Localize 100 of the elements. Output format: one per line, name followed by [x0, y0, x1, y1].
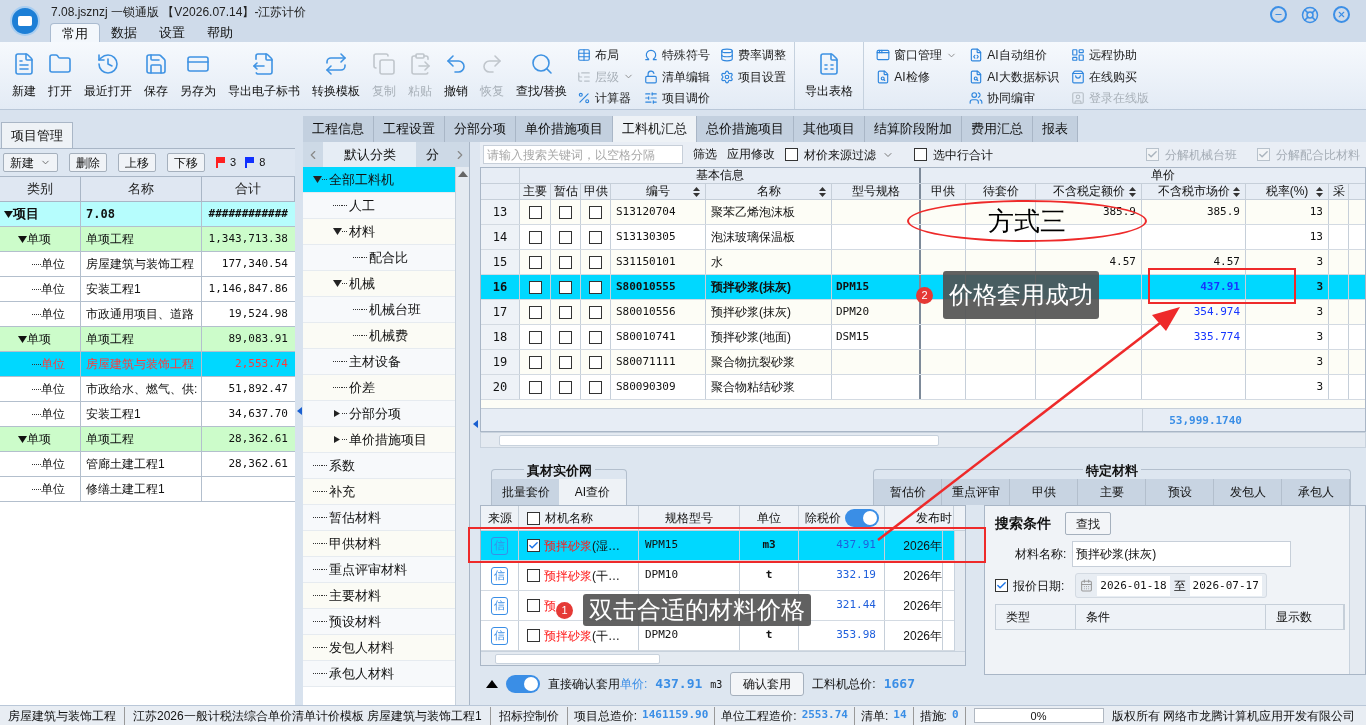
- toolbar-button[interactable]: 新建: [3, 153, 58, 172]
- column-header[interactable]: 名称: [81, 177, 202, 201]
- checkbox[interactable]: [527, 629, 540, 642]
- column-header[interactable]: 类别: [0, 177, 81, 201]
- column-header[interactable]: 不含税市场价: [1142, 184, 1246, 199]
- view-tab[interactable]: 工程信息: [303, 116, 374, 142]
- view-tab[interactable]: 总价措施项目: [697, 116, 794, 142]
- checkbox[interactable]: [559, 330, 572, 344]
- column-header[interactable]: 税率(%): [1246, 184, 1329, 199]
- toolbar-button[interactable]: 导出表格: [795, 42, 865, 109]
- table-row[interactable]: 信 预拌砂浆(湿… WPM15 m3 437.91 2026年: [481, 531, 954, 561]
- checkbox[interactable]: [528, 355, 542, 369]
- app-logo-icon[interactable]: [10, 6, 40, 36]
- tree-row[interactable]: 单位 市政通用项目、道路 19,524.98: [0, 302, 295, 327]
- scrollbar[interactable]: [481, 651, 965, 665]
- sort-icon[interactable]: [1129, 187, 1136, 197]
- column-header[interactable]: 发布时: [885, 506, 954, 530]
- checkbox[interactable]: [559, 305, 572, 319]
- table-row[interactable]: 18 S80010741 预拌砂浆(地面) DSM15 335.774 3: [481, 325, 1365, 350]
- panel-tab[interactable]: AI查价: [559, 479, 626, 505]
- checkbox[interactable]: [528, 380, 542, 394]
- checkbox[interactable]: [559, 255, 572, 269]
- column-header[interactable]: 甲供: [581, 184, 611, 199]
- checkbox[interactable]: [589, 255, 602, 269]
- category-tab[interactable]: 分: [416, 142, 444, 167]
- tree-row[interactable]: 项目 7.08 ############: [0, 202, 295, 227]
- tree-item[interactable]: 配合比: [303, 245, 455, 271]
- checkbox[interactable]: [559, 355, 572, 369]
- toolbar-button[interactable]: 新建: [6, 42, 42, 109]
- toolbar-button[interactable]: 另存为: [174, 42, 222, 109]
- tree-item[interactable]: 重点评审材料: [303, 557, 455, 583]
- search-button[interactable]: 查找: [1065, 512, 1111, 535]
- toolbar-button[interactable]: 查找/替换: [510, 42, 574, 109]
- view-tab[interactable]: 工料机汇总: [613, 116, 697, 142]
- menu-tab[interactable]: 帮助: [196, 23, 244, 42]
- toggle-switch[interactable]: [506, 675, 540, 693]
- checkbox[interactable]: [528, 330, 542, 344]
- column-header[interactable]: 编号: [611, 184, 706, 199]
- panel-tab[interactable]: 项目管理: [1, 122, 73, 148]
- panel-tab[interactable]: 批量套价: [492, 479, 559, 505]
- checkbox[interactable]: [785, 148, 798, 161]
- toolbar-button[interactable]: 删除: [69, 153, 107, 172]
- tree-item[interactable]: 主要材料: [303, 583, 455, 609]
- table-row[interactable]: 信 预拌砂浆(干… DPM20 t 353.98 2026年: [481, 621, 954, 651]
- table-row[interactable]: 19 S80071111 聚合物抗裂砂浆 3: [481, 350, 1365, 375]
- table-row[interactable]: 信 预拌砂浆(干… DPM10 t 332.19 2026年: [481, 561, 954, 591]
- tree-row[interactable]: 单项 单项工程 28,362.61: [0, 427, 295, 452]
- tree-item[interactable]: 系数: [303, 453, 455, 479]
- toolbar-button[interactable]: 转换模板: [306, 42, 366, 109]
- tree-item[interactable]: 机械费: [303, 323, 455, 349]
- toolbar-button[interactable]: 远程协助: [1070, 44, 1149, 66]
- column-header[interactable]: 合计: [202, 177, 295, 201]
- column-header[interactable]: 显示数: [1266, 605, 1344, 629]
- column-header[interactable]: 单位: [740, 506, 799, 530]
- expand-arrow-icon[interactable]: [333, 228, 342, 235]
- toolbar-button[interactable]: 特殊符号: [644, 44, 711, 66]
- table-row[interactable]: 15 S31150101 水 4.57 4.57 3: [481, 250, 1365, 275]
- expand-arrow-icon[interactable]: [18, 335, 27, 343]
- table-row[interactable]: 20 S80090309 聚合物粘结砂浆 3: [481, 375, 1365, 400]
- view-tab[interactable]: 分部分项: [445, 116, 516, 142]
- toolbar-button[interactable]: 在线购买: [1070, 65, 1149, 88]
- tree-item[interactable]: 价差: [303, 375, 455, 401]
- toolbar-button[interactable]: AI大数据标识: [969, 65, 1059, 88]
- toolbar-button[interactable]: 项目调价: [644, 87, 711, 109]
- tree-row[interactable]: 单项 单项工程 89,083.91: [0, 327, 295, 352]
- toolbar-button[interactable]: 打开: [42, 42, 78, 109]
- checkbox[interactable]: [589, 305, 602, 319]
- expand-arrow-icon[interactable]: [333, 436, 342, 443]
- toolbar-button[interactable]: 计算器: [577, 87, 635, 109]
- view-tab[interactable]: 其他项目: [794, 116, 865, 142]
- checkbox-option[interactable]: 材价来源过滤: [785, 145, 894, 164]
- tree-item[interactable]: 材料: [303, 219, 455, 245]
- toolbar-button[interactable]: 最近打开: [78, 42, 138, 109]
- tree-item[interactable]: 预设材料: [303, 609, 455, 635]
- checkbox[interactable]: [559, 380, 572, 394]
- sort-icon[interactable]: [819, 187, 826, 197]
- checkbox[interactable]: [559, 205, 572, 219]
- source-badge[interactable]: 信: [491, 626, 508, 645]
- tree-item[interactable]: 全部工料机: [303, 167, 455, 193]
- toolbar-button[interactable]: 布局: [577, 44, 635, 66]
- material-name-field[interactable]: 预拌砂浆(抹灰): [1072, 541, 1292, 567]
- toolbar-button[interactable]: 项目设置: [720, 66, 787, 88]
- search-field[interactable]: 请输入搜索关键词，以空格分隔: [483, 145, 683, 164]
- toolbar-button[interactable]: 下移: [167, 153, 205, 172]
- sort-icon[interactable]: [693, 187, 700, 197]
- tree-item[interactable]: 机械: [303, 271, 455, 297]
- view-tab[interactable]: 费用汇总: [962, 116, 1033, 142]
- tree-row[interactable]: 单位 安装工程1 34,637.70: [0, 402, 295, 427]
- tree-item[interactable]: 分部分项: [303, 401, 455, 427]
- column-header[interactable]: 来源: [481, 506, 519, 530]
- scrollbar[interactable]: [455, 167, 469, 705]
- tree-item[interactable]: 承包人材料: [303, 661, 455, 687]
- expand-arrow-icon[interactable]: [313, 176, 322, 183]
- column-header[interactable]: 主要: [520, 184, 551, 199]
- toolbar-button[interactable]: 撤销: [438, 42, 474, 109]
- checkbox[interactable]: [527, 539, 540, 552]
- tree-item[interactable]: 暂估材料: [303, 505, 455, 531]
- expand-arrow-icon[interactable]: [333, 410, 342, 417]
- category-tab[interactable]: 默认分类: [323, 142, 416, 167]
- expand-arrow-icon[interactable]: [18, 235, 27, 243]
